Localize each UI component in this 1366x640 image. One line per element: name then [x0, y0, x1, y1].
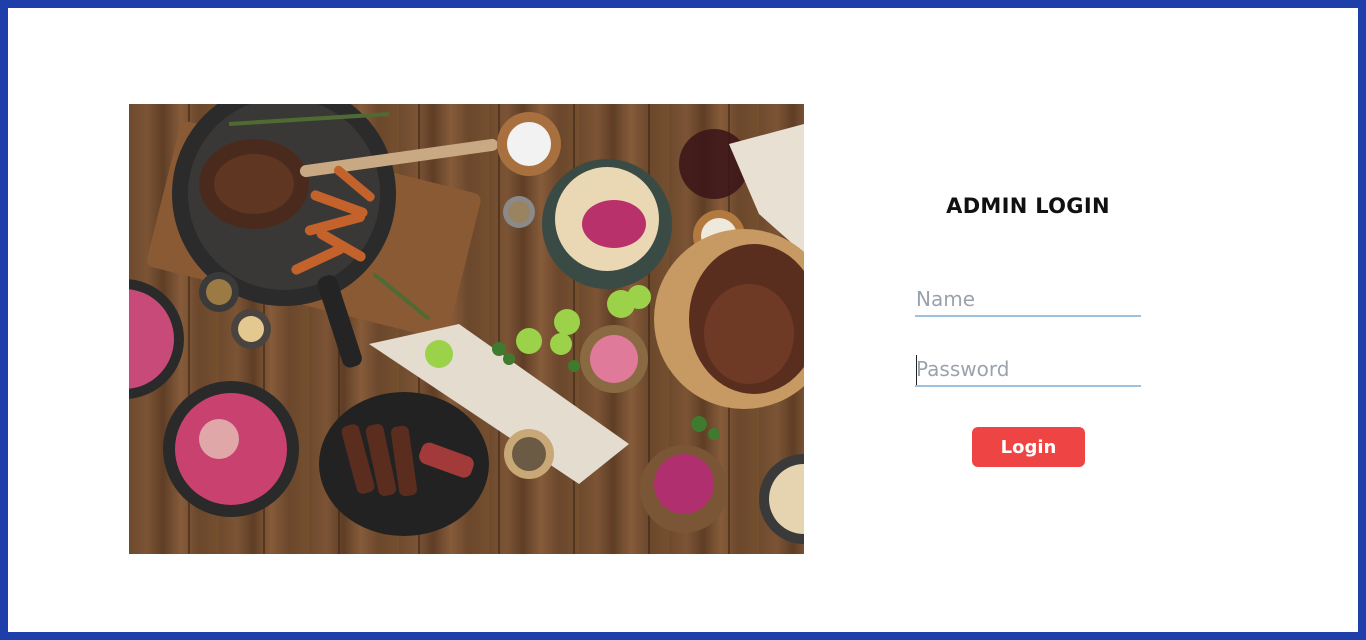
page-frame: ADMIN LOGIN Login [0, 0, 1366, 640]
name-input[interactable] [915, 285, 1141, 317]
text-caret [916, 355, 917, 385]
login-button[interactable]: Login [972, 427, 1085, 467]
admin-login-title: ADMIN LOGIN [946, 194, 1110, 218]
food-spread-photo [129, 104, 804, 554]
password-input[interactable] [915, 355, 1141, 387]
